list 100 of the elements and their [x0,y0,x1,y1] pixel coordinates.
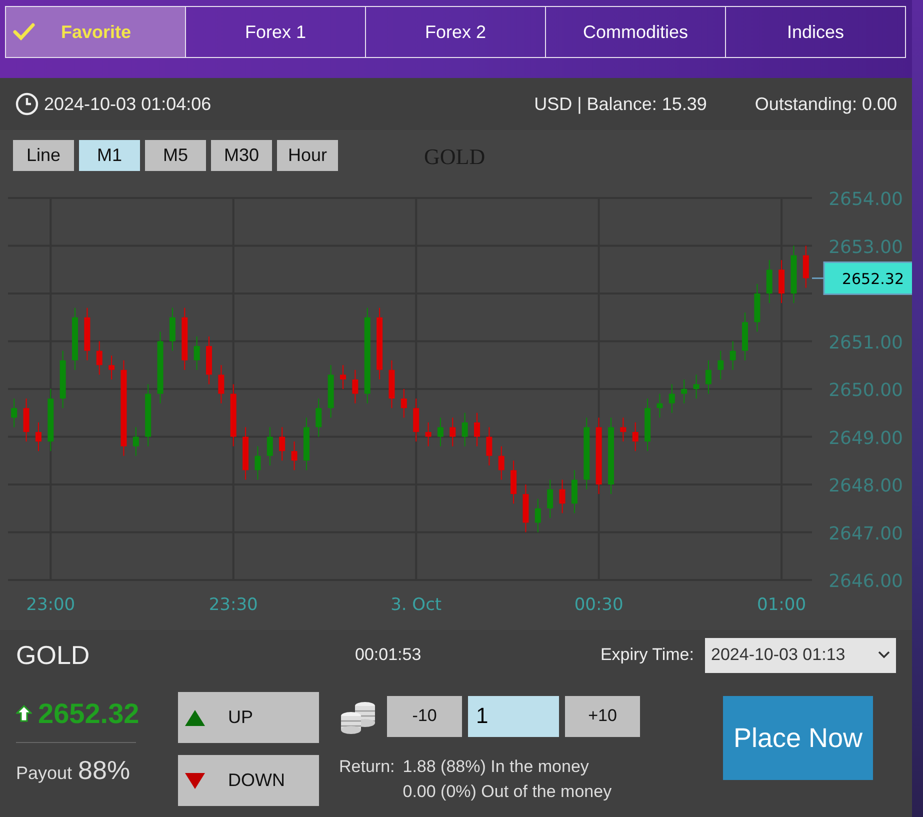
falling-candle [84,307,90,361]
falling-candle [388,360,395,409]
falling-candle [291,441,298,471]
x-axis-label: 00:30 [574,595,624,615]
place-now-button[interactable]: Place Now [723,696,873,780]
increase-button[interactable]: +10 [565,696,640,736]
countdown-timer: 00:01:53 [355,645,422,665]
rising-candle [790,245,797,304]
y-axis-label: 2650.00 [828,380,903,401]
payout-value: 88% [78,755,130,786]
rising-candle [462,412,468,447]
rising-candle [266,426,273,466]
check-icon [13,23,35,41]
period-button[interactable]: M30 [211,140,272,170]
return-label: Return: [339,756,395,778]
current-datetime: 2024-10-03 01:04:06 [44,94,212,114]
rising-candle [571,470,578,514]
falling-candle [23,398,30,442]
falling-candle [35,422,42,452]
x-axis-label: 01:00 [757,595,806,615]
rising-candle [547,479,554,518]
falling-candle [218,364,224,404]
rising-candle [169,307,176,352]
rising-candle [766,260,772,304]
rising-candle [534,498,541,533]
x-axis-label: 23:00 [26,595,76,615]
falling-candle [510,460,517,504]
falling-candle [413,398,420,442]
chevron-icon [878,651,890,659]
y-axis-label: 2654.00 [828,189,903,210]
expiry-label: Expiry Time: [600,645,694,665]
period-button[interactable]: M1 [79,140,140,170]
market-tab[interactable]: Forex 1 [185,6,366,58]
falling-candle [802,245,809,288]
rising-candle [742,312,748,361]
falling-candle [559,479,566,514]
payout-label: Payout [16,763,72,784]
falling-candle [352,369,358,404]
outstanding-text: Outstanding: 0.00 [754,94,897,114]
up-triangle-icon [184,708,206,726]
rising-candle [316,398,322,438]
falling-candle [96,340,102,376]
up-button[interactable]: UP [178,692,319,743]
falling-candle [425,422,432,447]
x-axis-label: 23:30 [208,595,258,615]
falling-candle [450,417,456,447]
symbol-name: GOLD [16,640,91,670]
y-axis-label: 2648.00 [828,476,903,496]
rising-candle [48,388,54,452]
rising-candle [11,398,18,428]
rising-candle [681,378,688,404]
decrease-button[interactable]: -10 [387,696,462,736]
falling-candle [522,484,529,533]
falling-candle [242,426,249,480]
falling-candle [279,426,286,462]
falling-candle [620,417,626,442]
period-button[interactable]: Line [13,140,74,170]
period-button[interactable]: M5 [145,140,206,170]
rising-candle [705,360,712,394]
balance-text: USD | Balance: 15.39 [534,94,707,114]
return-in-money: 1.88 (88%) In the money [402,756,590,778]
down-triangle-icon [184,772,206,790]
falling-candle [632,422,638,452]
y-axis-label: 2646.00 [828,571,903,592]
current-price: 2652.32 [38,698,140,730]
down-button[interactable]: DOWN [178,755,319,806]
return-out-money: 0.00 (0%) Out of the money [402,781,612,803]
rising-candle [72,307,78,370]
clock-icon [15,92,39,116]
rising-candle [145,384,152,447]
rising-candle [730,340,736,370]
falling-candle [230,384,236,447]
y-axis-label: 2649.00 [828,428,903,449]
rising-candle [754,283,760,332]
period-button[interactable]: Hour [277,140,338,170]
up-arrow-icon [16,705,32,723]
falling-candle [108,355,115,380]
falling-candle [474,412,480,447]
rising-candle [668,384,675,414]
market-tab[interactable]: Commodities [545,6,726,58]
market-tab[interactable]: Forex 2 [365,6,546,58]
y-axis-label: 2651.00 [828,332,903,354]
rising-candle [254,446,261,480]
falling-candle [340,364,346,390]
rising-candle [303,417,310,471]
rising-candle [693,374,700,400]
rising-candle [437,417,444,447]
falling-candle [486,426,492,466]
y-axis-label: 2653.00 [828,236,903,258]
rising-candle [194,336,200,370]
rising-candle [132,426,139,456]
rising-candle [718,350,724,380]
amount-field[interactable]: 1 [468,696,559,736]
rising-candle [328,364,334,418]
rising-candle [644,398,651,452]
falling-candle [182,307,188,370]
market-tab[interactable]: Indices [725,6,906,58]
expiry-select[interactable]: 2024-10-03 01:13 [705,638,896,672]
rising-candle [60,350,66,409]
falling-candle [206,336,212,385]
